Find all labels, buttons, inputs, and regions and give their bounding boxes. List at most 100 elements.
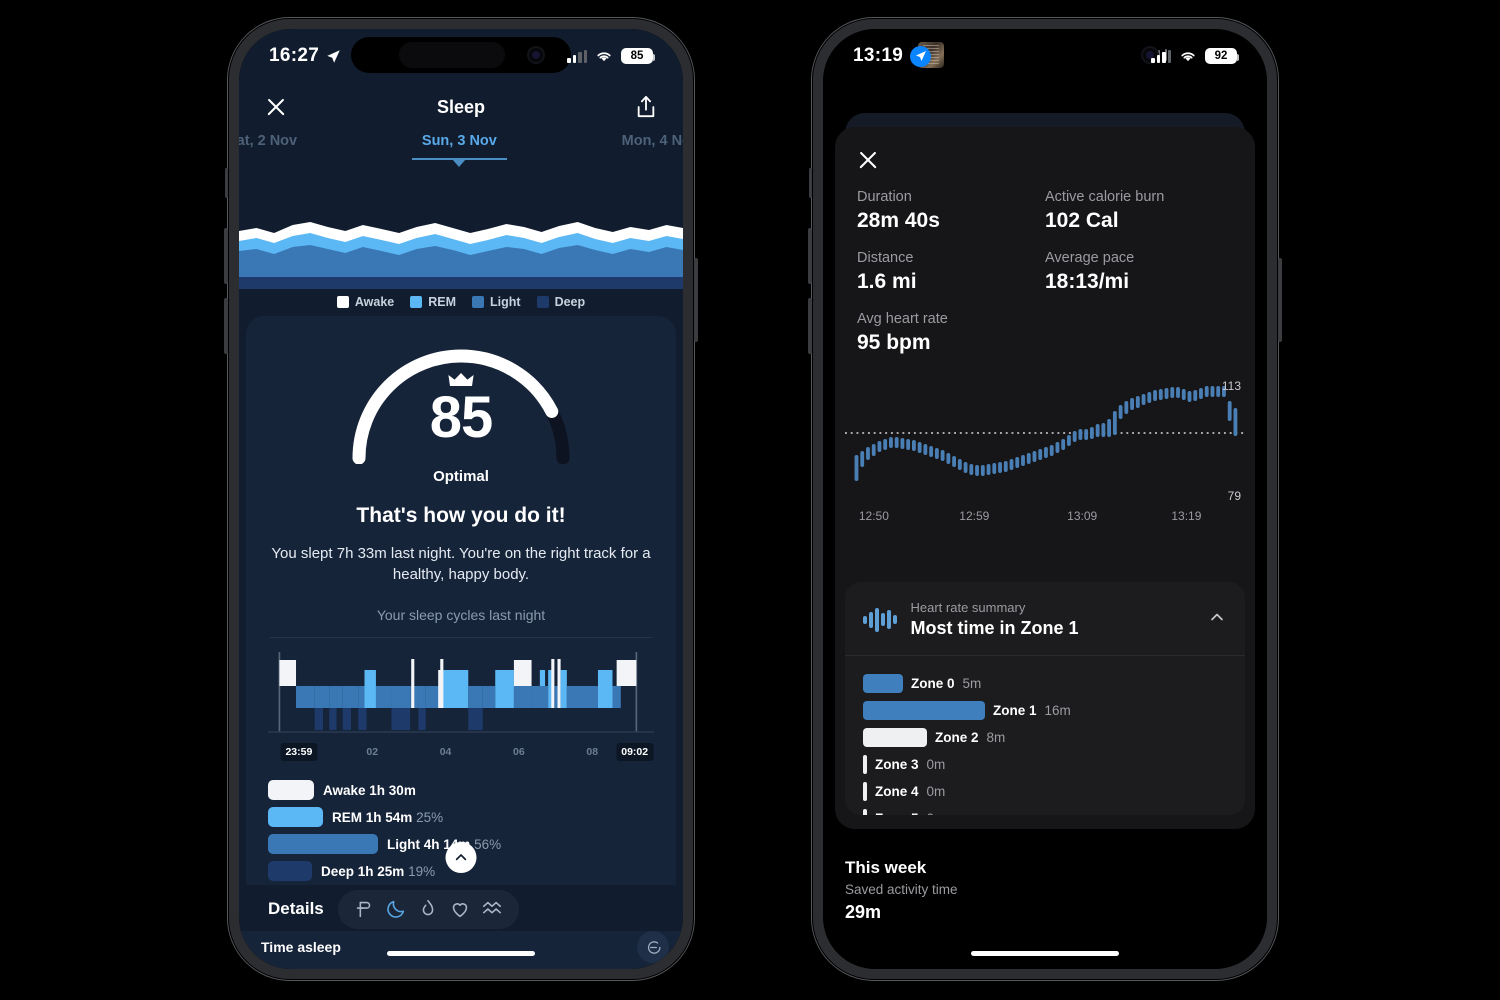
chevron-up-icon[interactable] [1207, 607, 1227, 632]
chevron-up-icon[interactable] [445, 842, 477, 873]
readiness-icon[interactable] [353, 898, 376, 921]
stage-bar-deep [268, 861, 312, 882]
status-bar-left-phone: 16:27 85 [239, 29, 683, 83]
zone-value-2: 8m [986, 730, 1006, 745]
date-next[interactable]: Mon, 4 Nov [622, 129, 683, 149]
sleep-nav-bar: Sleep [239, 83, 683, 131]
stage-name-light: Light [387, 836, 420, 852]
metric-label-calories: Active calorie burn [1045, 189, 1165, 205]
volume-down-button[interactable] [808, 298, 812, 354]
sleep-headline: That's how you do it! [356, 504, 566, 527]
waves-icon[interactable] [481, 898, 504, 921]
volume-up-button[interactable] [808, 228, 812, 284]
zone-name-0: Zone 0 [911, 676, 955, 691]
date-selector[interactable]: Sat, 2 Nov Sun, 3 Nov Mon, 4 Nov [239, 129, 683, 173]
power-button[interactable] [1278, 258, 1282, 342]
axis-tick-02: 02 [366, 745, 379, 758]
close-icon[interactable] [265, 96, 287, 118]
stage-percent-light: 56% [474, 836, 502, 852]
share-icon[interactable] [635, 95, 657, 119]
home-indicator[interactable] [971, 950, 1119, 956]
stage-duration-rem: 1h 54m [365, 809, 413, 825]
zone-name-4: Zone 4 [875, 784, 919, 799]
metric-value-duration: 28m 40s [857, 209, 940, 232]
stage-text-rem: REM 1h 54m 25% [332, 810, 443, 825]
stage-percent-deep: 19% [408, 863, 436, 879]
legend-swatch-light [472, 296, 485, 308]
hr-summary-header[interactable]: Heart rate summary Most time in Zone 1 [845, 582, 1245, 655]
stage-bar-rem [268, 807, 323, 828]
stage-text-light: Light 4h 14m 56% [387, 837, 501, 852]
sleep-app-screen: 16:27 85 Sleep at, 2 Nov Sun, 3 Nov Mon,… [239, 29, 683, 969]
metric-value-distance: 1.6 mi [857, 270, 917, 293]
mute-switch[interactable] [809, 168, 812, 198]
mute-switch[interactable] [225, 168, 228, 198]
metric-label-distance: Distance [857, 250, 914, 266]
heart-icon[interactable] [449, 898, 472, 921]
zone-bar-2 [863, 728, 927, 747]
zone-value-5: 0m [927, 811, 946, 815]
legend-label-awake: Awake [354, 295, 395, 309]
battery-indicator: 92 [1205, 48, 1239, 64]
status-time: 13:19 [853, 45, 904, 66]
metric-calories: Active calorie burn 102 Cal [1045, 189, 1233, 233]
location-arrow-icon [910, 45, 932, 67]
flame-icon[interactable] [417, 898, 440, 921]
metric-duration: Duration 28m 40s [857, 189, 1045, 233]
status-indicators: 92 [1151, 48, 1239, 64]
hr-time-axis: 12:50 12:59 13:09 13:19 [859, 509, 1231, 525]
volume-down-button[interactable] [224, 298, 228, 354]
date-prev[interactable]: Sat, 2 Nov [239, 129, 297, 149]
metric-value-pace: 18:13/mi [1045, 270, 1130, 293]
legend-item-awake: Awake [336, 295, 395, 309]
this-week-title: This week [845, 858, 927, 877]
phone-right-workout: 13:19 92 Duration 28m 40s Active calorie… [808, 18, 1282, 980]
hr-summary-text: Heart rate summary Most time in Zone 1 [911, 600, 1194, 639]
workout-detail-screen: 13:19 92 Duration 28m 40s Active calorie… [823, 29, 1267, 969]
zone-row-5: Zone 5 0m [863, 805, 1227, 815]
moon-icon[interactable] [385, 898, 408, 921]
date-current[interactable]: Sun, 3 Nov [411, 129, 507, 167]
zone-name-5: Zone 5 [875, 811, 919, 815]
sleep-detail-sheet: 85 Optimal That's how you do it! You sle… [246, 316, 676, 885]
zone-name-2: Zone 2 [935, 730, 979, 745]
legend-label-light: Light [490, 295, 521, 309]
phone-left-sleep: 16:27 85 Sleep at, 2 Nov Sun, 3 Nov Mon,… [224, 18, 698, 980]
location-arrow-icon [327, 49, 340, 63]
legend-label-deep: Deep [554, 295, 586, 309]
axis-tick-04: 04 [439, 745, 452, 758]
heart-rate-zones-list: Zone 0 5m Zone 1 16m Zone 2 8m Zone 3 0m… [845, 656, 1245, 815]
hypnogram-axis: 23:59 02 04 06 08 09:02 [268, 742, 654, 764]
heart-rate-chart: 113 79 12:50 12:59 13:09 13:19 [845, 371, 1245, 531]
time-asleep-label: Time asleep [261, 939, 341, 955]
chat-icon[interactable] [637, 931, 669, 963]
heart-rate-summary-card: Heart rate summary Most time in Zone 1 Z… [845, 582, 1245, 815]
volume-up-button[interactable] [224, 228, 228, 284]
metric-label-heart-rate: Avg heart rate [857, 311, 948, 327]
status-bar-right-phone: 13:19 92 [823, 29, 1267, 83]
zone-value-0: 5m [962, 676, 982, 691]
stage-duration-awake: 1h 30m [369, 782, 416, 798]
battery-level: 85 [630, 50, 644, 62]
metric-label-duration: Duration [857, 189, 912, 205]
close-icon[interactable] [857, 149, 879, 171]
page-title: Sleep [436, 96, 486, 117]
sleep-score-gauge: 85 [341, 338, 581, 464]
legend-swatch-deep [536, 296, 549, 308]
hr-summary-title: Most time in Zone 1 [910, 618, 1079, 638]
date-caret [452, 159, 467, 167]
stage-name-deep: Deep [321, 863, 355, 879]
hr-summary-subtitle: Heart rate summary [910, 600, 1026, 615]
zone-name-1: Zone 1 [993, 703, 1037, 718]
wifi-icon [1181, 51, 1195, 61]
stage-name-rem: REM [332, 809, 362, 825]
zone-row-3: Zone 3 0m [863, 751, 1227, 778]
zone-bar-4 [863, 782, 867, 801]
details-icon-row[interactable] [337, 889, 519, 929]
home-indicator[interactable] [387, 950, 535, 956]
wifi-icon [597, 51, 611, 61]
zone-value-1: 16m [1044, 703, 1071, 718]
hr-tick-2: 12:59 [959, 509, 990, 523]
sleep-score-label: Optimal [433, 468, 489, 485]
power-button[interactable] [694, 258, 698, 342]
